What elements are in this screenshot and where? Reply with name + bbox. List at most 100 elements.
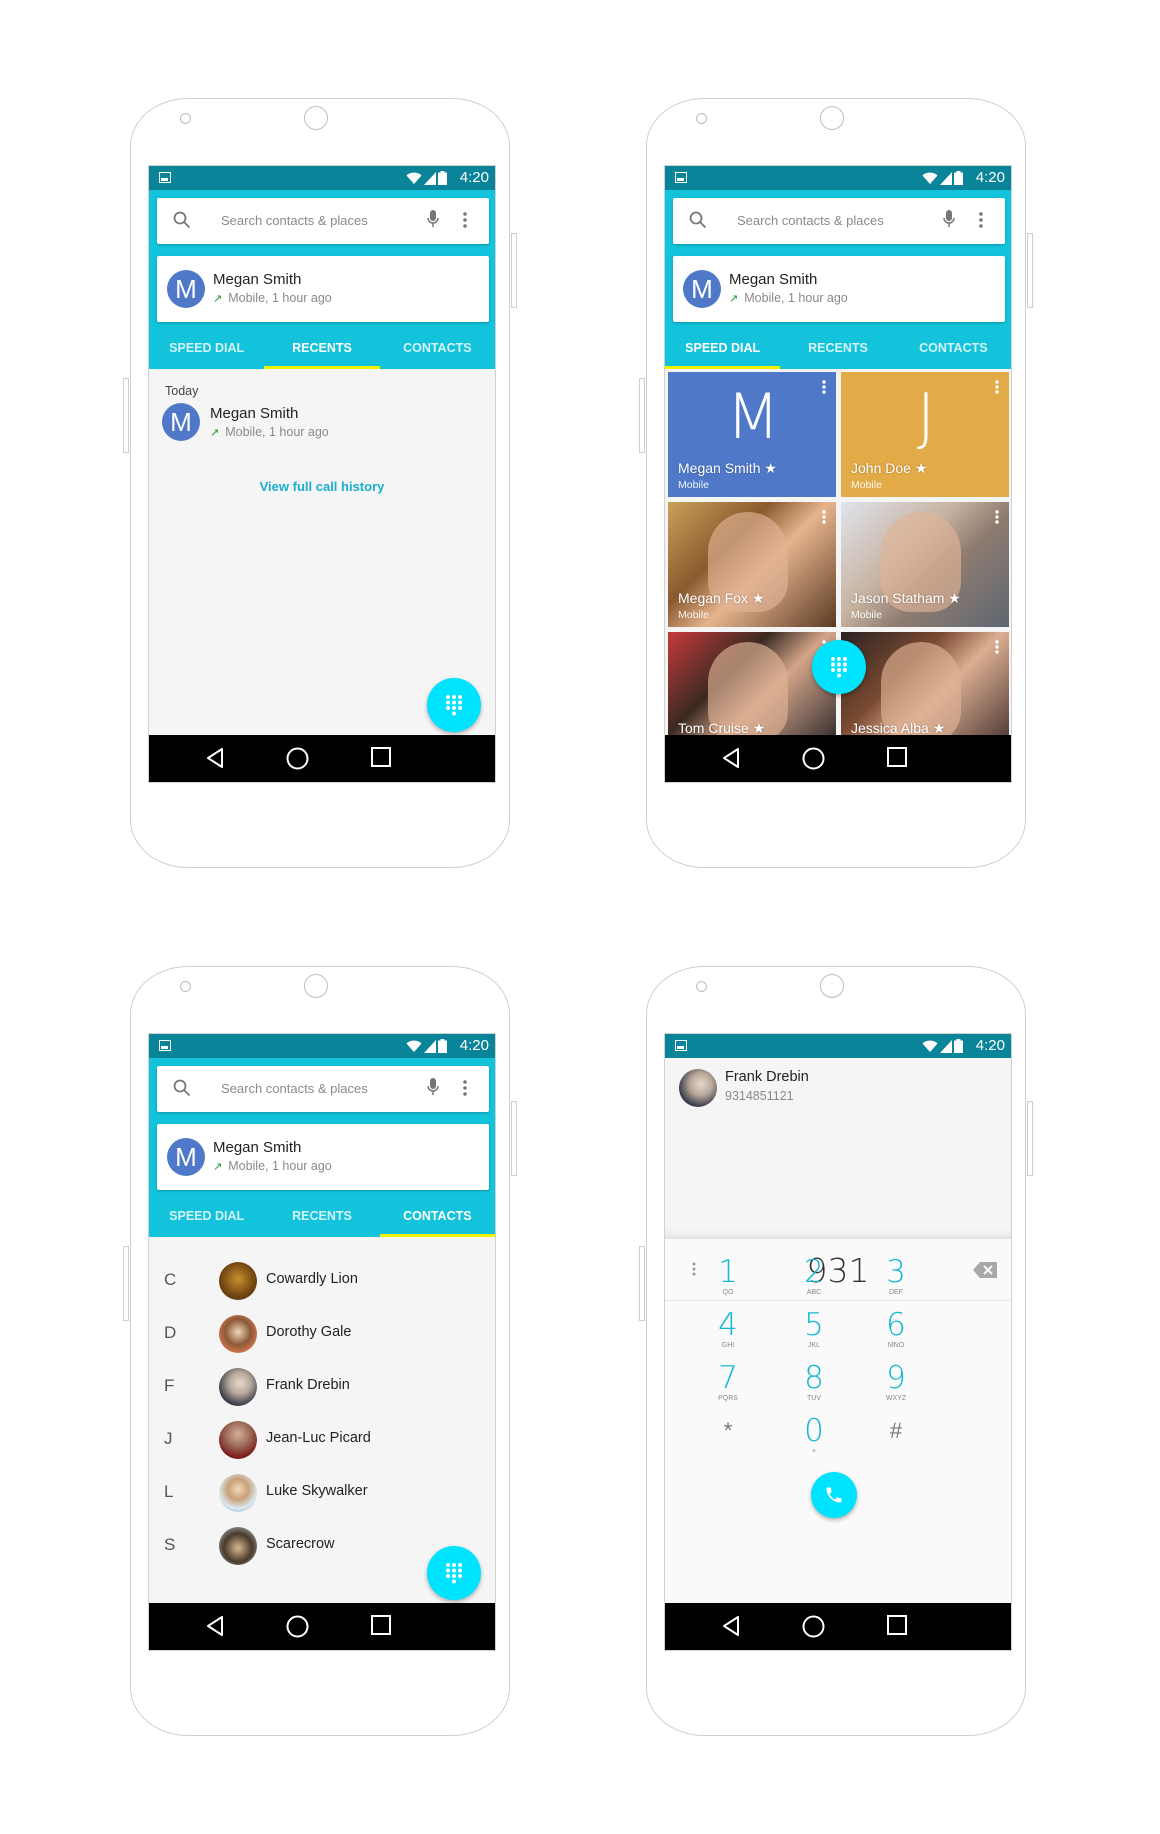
more-options-icon[interactable]	[995, 640, 999, 659]
index-letter: S	[164, 1535, 176, 1554]
status-bar: 4:20	[665, 166, 1011, 190]
contact-name: Luke Skywalker	[266, 1483, 368, 1499]
contact-name: Megan Smith	[729, 271, 818, 288]
search-box[interactable]: Search contacts & places	[157, 1066, 489, 1112]
more-options-icon[interactable]	[995, 380, 999, 399]
microphone-icon[interactable]	[943, 210, 955, 230]
contact-list-item[interactable]: J Jean-Luc Picard	[149, 1415, 495, 1465]
signal-icon	[424, 171, 436, 185]
tab-contacts[interactable]: CONTACTS	[896, 338, 1011, 369]
tab-recents[interactable]: RECENTS	[264, 338, 380, 369]
more-options-icon[interactable]	[822, 510, 826, 529]
more-options-icon[interactable]	[463, 212, 467, 228]
back-icon[interactable]	[721, 1615, 741, 1637]
recent-apps-icon[interactable]	[371, 1615, 391, 1636]
more-options-icon[interactable]	[463, 1080, 467, 1096]
speed-dial-tile[interactable]: Jason Statham ★ Mobile	[841, 502, 1009, 627]
wifi-icon	[922, 172, 938, 184]
backspace-icon[interactable]	[973, 1262, 997, 1283]
dialpad-key[interactable]: 4 GHI	[698, 1308, 758, 1349]
home-icon[interactable]	[286, 1615, 309, 1638]
dialpad-button[interactable]	[427, 1546, 481, 1600]
phone-sensor	[696, 981, 707, 992]
contact-list-item[interactable]: C Cowardly Lion	[149, 1256, 495, 1306]
more-options-icon[interactable]	[995, 510, 999, 529]
index-letter: D	[164, 1323, 177, 1342]
speed-dial-tile[interactable]: J John Doe ★ Mobile	[841, 372, 1009, 497]
dialpad-key[interactable]: 8 TUV	[784, 1361, 844, 1402]
dialer-suggestions: Frank Drebin 9314851121	[665, 1058, 1011, 1239]
battery-icon	[438, 1039, 447, 1053]
call-button[interactable]	[811, 1472, 857, 1518]
suggested-contact[interactable]: Frank Drebin 9314851121	[665, 1058, 1011, 1114]
back-icon[interactable]	[205, 747, 225, 769]
tab-contacts[interactable]: CONTACTS	[380, 338, 495, 369]
contact-name: Scarecrow	[266, 1536, 335, 1552]
wifi-icon	[922, 1040, 938, 1052]
index-letter: F	[164, 1376, 175, 1395]
search-box[interactable]: Search contacts & places	[673, 198, 1005, 244]
phone-camera	[820, 106, 844, 130]
speed-dial-tile[interactable]: Megan Fox ★ Mobile	[668, 502, 836, 627]
dialpad-key[interactable]: 3 DEF	[866, 1255, 926, 1296]
dialpad-key[interactable]: 2 ABC	[784, 1255, 844, 1296]
key-digit: 3	[886, 1254, 906, 1290]
recent-call-card[interactable]: M Megan Smith ↗ Mobile, 1 hour ago	[673, 256, 1005, 322]
phone-camera	[304, 106, 328, 130]
dialpad-key[interactable]: 0 +	[784, 1414, 844, 1455]
dialpad-key[interactable]: #	[866, 1414, 926, 1448]
dialpad-key[interactable]: 1 QO	[698, 1255, 758, 1296]
contact-name: Frank Drebin	[266, 1377, 350, 1393]
recent-call-card[interactable]: M Megan Smith ↗ Mobile, 1 hour ago	[157, 1124, 489, 1190]
more-options-icon[interactable]	[979, 212, 983, 228]
speed-dial-tile[interactable]: M Megan Smith ★ Mobile	[668, 372, 836, 497]
key-letters: MNO	[887, 1342, 905, 1349]
search-input[interactable]: Search contacts & places	[737, 213, 884, 228]
search-box[interactable]: Search contacts & places	[157, 198, 489, 244]
contact-list-item[interactable]: F Frank Drebin	[149, 1362, 495, 1412]
home-icon[interactable]	[802, 1615, 825, 1638]
search-icon	[689, 211, 707, 229]
signal-icon	[940, 1039, 952, 1053]
contact-list-item[interactable]: D Dorothy Gale	[149, 1309, 495, 1359]
view-full-call-history-link[interactable]: View full call history	[149, 479, 495, 494]
contact-avatar	[219, 1421, 257, 1459]
status-bar: 4:20	[149, 1034, 495, 1058]
key-digit: 8	[804, 1360, 824, 1396]
dialpad-key[interactable]: 7 PQRS	[698, 1361, 758, 1402]
search-icon	[173, 211, 191, 229]
dialpad-key[interactable]: 6 MNO	[866, 1308, 926, 1349]
key-digit: 4	[718, 1307, 738, 1343]
tab-contacts[interactable]: CONTACTS	[379, 1206, 495, 1237]
index-letter: J	[164, 1429, 173, 1448]
more-options-icon[interactable]	[822, 380, 826, 399]
dialpad-button[interactable]	[427, 678, 481, 732]
microphone-icon[interactable]	[427, 1078, 439, 1098]
recent-apps-icon[interactable]	[887, 747, 907, 768]
home-icon[interactable]	[802, 747, 825, 770]
contact-avatar	[219, 1315, 257, 1353]
back-icon[interactable]	[721, 747, 741, 769]
recent-call-card[interactable]: M Megan Smith ↗ Mobile, 1 hour ago	[157, 256, 489, 322]
phone-dialer: 4:20 Frank Drebin 9314851121 9 3 1 1 QO 2 ABC 3 DE…	[639, 966, 1033, 1736]
dialpad-button[interactable]	[812, 640, 866, 694]
search-input[interactable]: Search contacts & places	[221, 1081, 368, 1096]
dialpad-key[interactable]: 9 WXYZ	[866, 1361, 926, 1402]
back-icon[interactable]	[205, 1615, 225, 1637]
tab-recents[interactable]: RECENTS	[780, 338, 895, 369]
tab-speed-dial[interactable]: SPEED DIAL	[149, 338, 264, 369]
home-icon[interactable]	[286, 747, 309, 770]
microphone-icon[interactable]	[427, 210, 439, 230]
tab-bar: SPEED DIAL RECENTS CONTACTS	[149, 338, 495, 369]
contact-list-item[interactable]: L Luke Skywalker	[149, 1468, 495, 1518]
recent-apps-icon[interactable]	[887, 1615, 907, 1636]
tab-recents[interactable]: RECENTS	[264, 1206, 379, 1237]
search-input[interactable]: Search contacts & places	[221, 213, 368, 228]
recent-apps-icon[interactable]	[371, 747, 391, 768]
phone-screen: 4:20 Search contacts & places M Megan Sm…	[664, 165, 1012, 783]
dialpad-key[interactable]: *	[698, 1414, 758, 1448]
tab-speed-dial[interactable]: SPEED DIAL	[665, 338, 781, 369]
call-log-item[interactable]: M Megan Smith ↗ Mobile, 1 hour ago	[149, 401, 495, 451]
dialpad-key[interactable]: 5 JKL	[784, 1308, 844, 1349]
tab-speed-dial[interactable]: SPEED DIAL	[149, 1206, 264, 1237]
